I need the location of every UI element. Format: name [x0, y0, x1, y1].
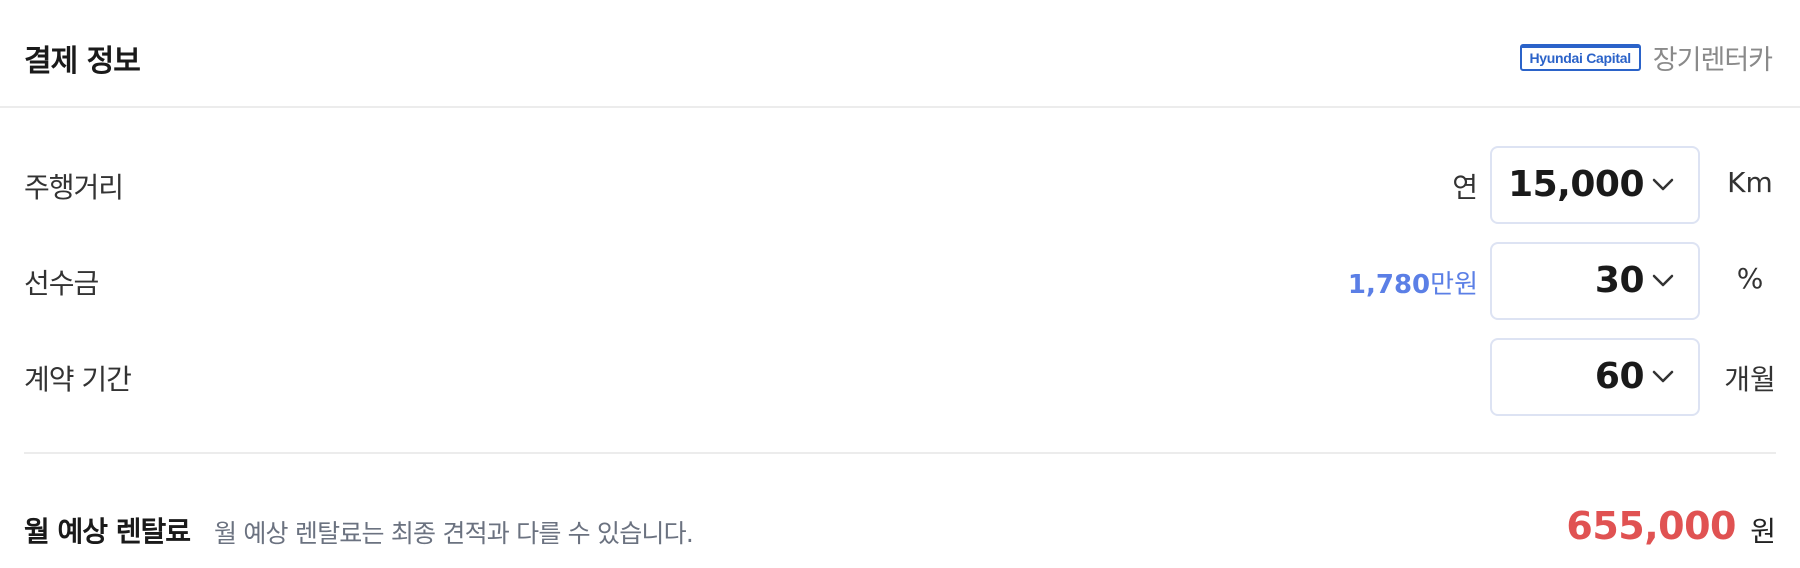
brand: Hyundai Capital 장기렌터카 — [1519, 38, 1773, 77]
deposit-unit: % — [1736, 262, 1764, 295]
mileage-select[interactable]: 15,000 — [1490, 146, 1700, 224]
deposit-amount-value: 1,780 — [1347, 270, 1431, 300]
deposit-percent-value: 30 — [1594, 260, 1645, 301]
mileage-value: 15,000 — [1508, 164, 1644, 205]
deposit-percent-select[interactable]: 30 — [1490, 242, 1700, 320]
divider — [24, 452, 1776, 454]
chevron-down-icon — [1652, 370, 1674, 383]
contract-period-label: 계약 기간 — [24, 363, 132, 396]
deposit-row: 선수금 1,780만원 30 % — [0, 242, 1800, 320]
page-title: 결제 정보 — [24, 44, 141, 79]
brand-name: 장기렌터카 — [1652, 45, 1773, 76]
contract-period-unit: 개월 — [1724, 363, 1776, 396]
mileage-row: 주행거리 연 15,000 Km — [0, 146, 1800, 224]
contract-period-value: 60 — [1594, 356, 1645, 397]
chevron-down-icon — [1652, 178, 1674, 191]
monthly-rental-note: 월 예상 렌탈료는 최종 견적과 다를 수 있습니다. — [214, 519, 694, 548]
deposit-label: 선수금 — [24, 267, 99, 300]
monthly-rental-unit: 원 — [1750, 515, 1776, 548]
contract-period-select[interactable]: 60 — [1490, 338, 1700, 416]
contract-period-row: 계약 기간 60 개월 — [0, 338, 1800, 416]
monthly-rental-summary: 월 예상 렌탈료 월 예상 렌탈료는 최종 견적과 다를 수 있습니다. 655… — [0, 500, 1800, 560]
deposit-amount-unit: 만원 — [1430, 270, 1478, 300]
hyundai-capital-logo: Hyundai Capital — [1519, 44, 1641, 71]
payment-info-header: 결제 정보 Hyundai Capital 장기렌터카 — [0, 0, 1800, 108]
mileage-prefix: 연 — [1452, 171, 1478, 204]
monthly-rental-price: 655,000 — [1566, 504, 1736, 548]
deposit-amount: 1,780만원 — [1348, 264, 1478, 301]
monthly-rental-label: 월 예상 렌탈료 — [24, 515, 191, 548]
mileage-label: 주행거리 — [24, 171, 124, 204]
mileage-unit: Km — [1727, 166, 1773, 199]
chevron-down-icon — [1652, 274, 1674, 287]
